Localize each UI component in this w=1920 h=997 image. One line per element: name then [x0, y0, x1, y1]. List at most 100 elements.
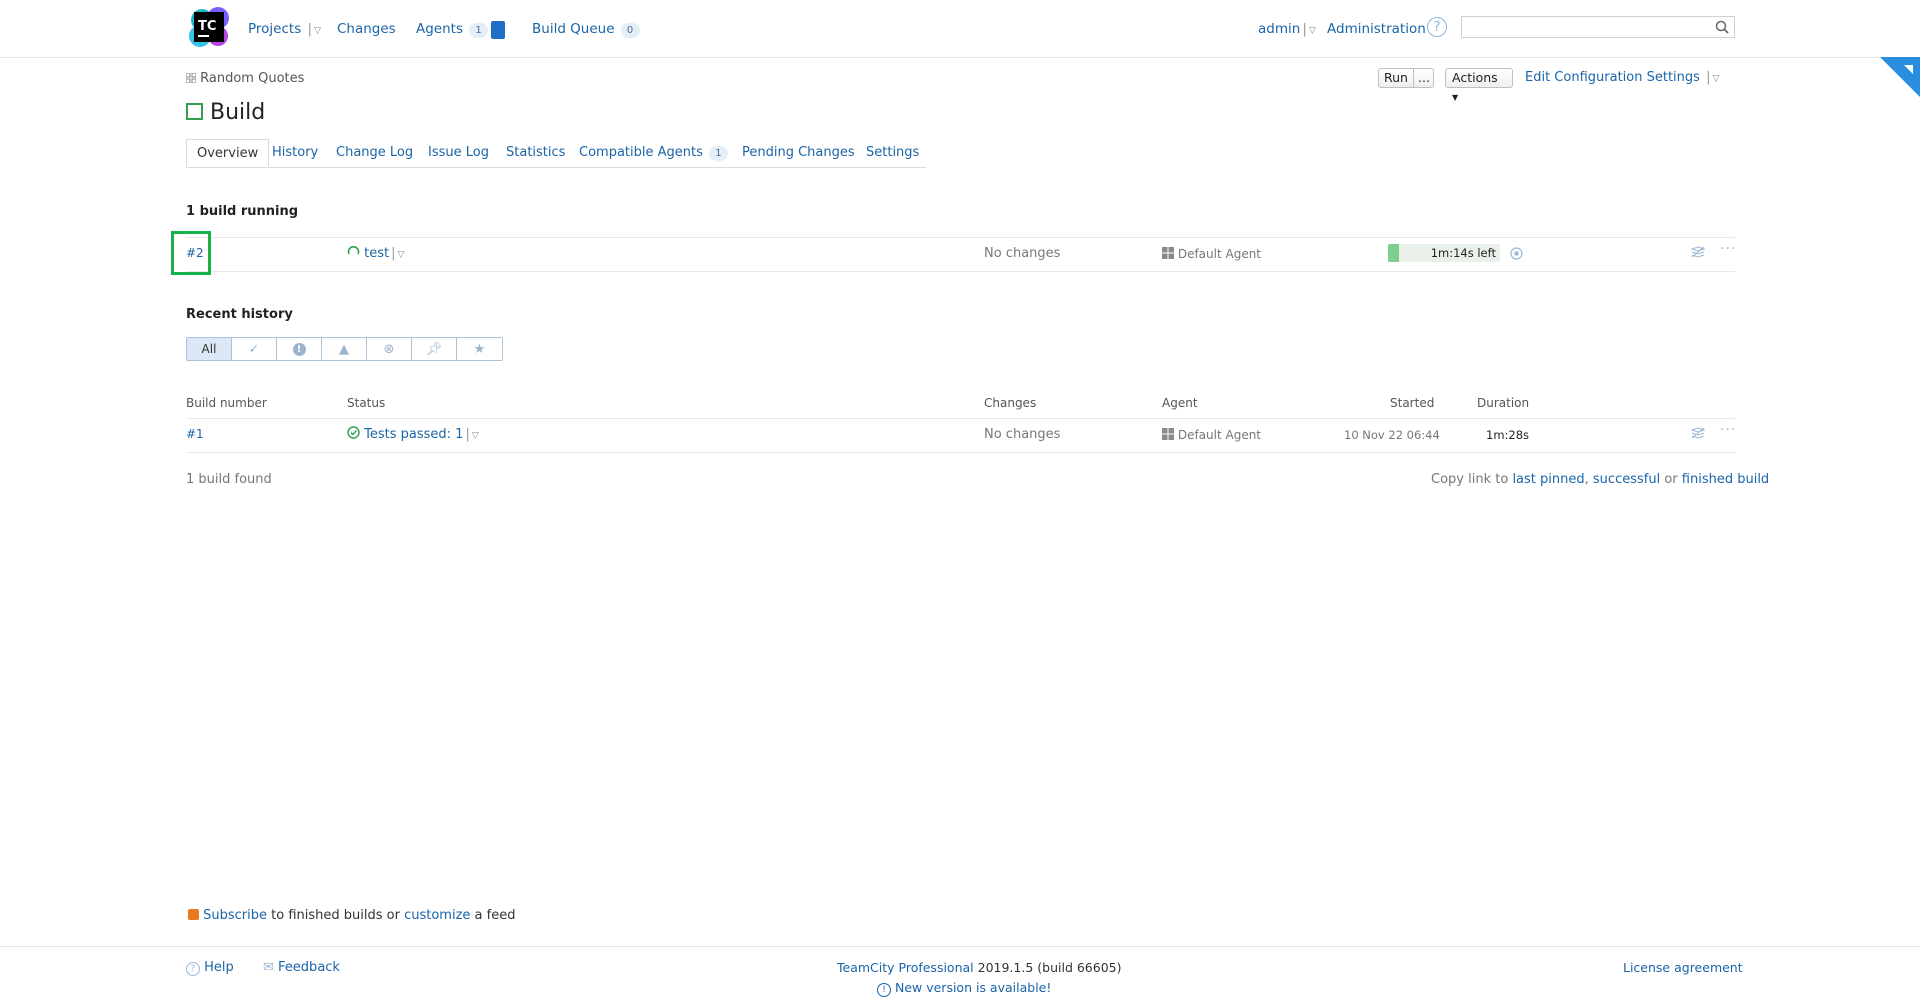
nav-build-queue-label[interactable]: Build Queue — [532, 21, 615, 37]
chevron-down-icon[interactable]: ▽ — [1712, 74, 1719, 84]
subscribe-link[interactable]: Subscribe — [203, 908, 267, 923]
search-icon[interactable] — [1715, 20, 1729, 34]
chevron-down-icon[interactable]: ▽ — [1309, 26, 1316, 36]
star-icon: ★ — [473, 341, 486, 357]
col-started[interactable]: Started — [1390, 396, 1434, 410]
more-options-icon[interactable]: ··· — [1720, 422, 1736, 438]
more-options-icon[interactable]: ··· — [1720, 241, 1736, 257]
history-build-status-text[interactable]: Tests passed: 1 — [364, 427, 463, 442]
product-link[interactable]: TeamCity Professional — [837, 960, 974, 975]
recent-history-title: Recent history — [186, 307, 293, 322]
divider — [186, 418, 1735, 419]
col-duration[interactable]: Duration — [1477, 396, 1529, 410]
running-build-changes: No changes — [984, 246, 1061, 261]
breadcrumb-project[interactable]: Random Quotes — [200, 71, 304, 86]
tab-statistics[interactable]: Statistics — [506, 139, 565, 167]
edit-configuration-label[interactable]: Edit Configuration Settings — [1525, 70, 1700, 85]
filter-cancelled[interactable]: ⊗ — [367, 338, 412, 360]
running-build-status-text[interactable]: test — [364, 246, 389, 261]
col-changes: Changes — [984, 396, 1037, 410]
col-build-number[interactable]: Build number — [186, 396, 267, 410]
builds-found-count: 1 build found — [186, 472, 272, 487]
filter-favorite[interactable]: ★ — [457, 338, 502, 360]
footer-feedback-link[interactable]: ✉ Feedback — [263, 960, 340, 975]
teamcity-logo[interactable]: TC — [188, 6, 230, 48]
feed-suffix-text: a feed — [474, 908, 516, 923]
product-version: 2019.1.5 (build 66605) — [977, 960, 1122, 975]
help-circle-icon: ? — [186, 962, 200, 976]
chevron-down-icon[interactable]: ▽ — [314, 26, 321, 36]
feed-line: Subscribe to finished builds or customiz… — [188, 908, 515, 923]
layers-icon[interactable] — [1691, 427, 1705, 439]
copy-link-or: or — [1664, 472, 1678, 487]
spinner-icon — [347, 246, 360, 255]
layers-icon[interactable] — [1691, 246, 1705, 258]
nav-changes[interactable]: Changes — [337, 21, 396, 37]
new-version-label[interactable]: New version is available! — [895, 980, 1051, 995]
col-status[interactable]: Status — [347, 396, 385, 410]
stop-build-icon[interactable] — [1510, 247, 1523, 260]
user-name[interactable]: admin — [1258, 21, 1300, 37]
nav-projects-label[interactable]: Projects — [248, 21, 301, 37]
successful-link[interactable]: successful — [1593, 472, 1660, 487]
tab-bar: Overview History Change Log Issue Log St… — [186, 139, 926, 168]
chevron-down-icon[interactable]: ▽ — [398, 250, 405, 260]
chevron-down-icon[interactable]: ▽ — [472, 431, 479, 441]
corner-flag-icon[interactable] — [1880, 57, 1920, 97]
divider — [186, 452, 1735, 453]
history-build-status[interactable]: Tests passed: 1 | ▽ — [347, 426, 479, 442]
running-build-agent[interactable]: Default Agent — [1162, 247, 1261, 261]
nav-administration[interactable]: Administration — [1327, 21, 1426, 37]
filter-pinned[interactable]: 📌︎ — [412, 338, 457, 360]
envelope-icon: ✉ — [263, 960, 274, 975]
tab-compatible-agents[interactable]: Compatible Agents 1 — [579, 139, 728, 167]
customize-link[interactable]: customize — [404, 908, 470, 923]
tab-pending-changes[interactable]: Pending Changes — [742, 139, 855, 167]
nav-projects[interactable]: Projects | ▽ — [248, 21, 321, 37]
user-menu[interactable]: admin | ▽ — [1258, 21, 1316, 37]
tab-history[interactable]: History — [272, 139, 318, 167]
finished-build-link[interactable]: finished build — [1682, 472, 1769, 487]
divider — [186, 237, 1735, 238]
filter-warning[interactable]: ▲ — [322, 338, 367, 360]
run-button[interactable]: Run — [1379, 69, 1413, 87]
footer-help-label[interactable]: Help — [204, 960, 234, 975]
filter-all[interactable]: All — [187, 338, 232, 360]
filter-successful[interactable]: ✓ — [232, 338, 277, 360]
tab-compatible-agents-label[interactable]: Compatible Agents — [579, 145, 703, 160]
agent-status-icon[interactable] — [491, 21, 505, 39]
filter-failed[interactable]: ! — [277, 338, 322, 360]
tab-issue-log[interactable]: Issue Log — [428, 139, 489, 167]
separator: | — [465, 427, 470, 442]
edit-configuration-link[interactable]: Edit Configuration Settings | ▽ — [1525, 70, 1719, 85]
search-input[interactable] — [1461, 16, 1735, 38]
build-status-square-icon — [186, 102, 203, 120]
new-version-link[interactable]: ! New version is available! — [877, 980, 1051, 997]
history-build-changes: No changes — [984, 427, 1061, 442]
footer-help-link[interactable]: ? Help — [186, 960, 234, 976]
running-build-status[interactable]: test | ▽ — [347, 245, 404, 261]
last-pinned-link[interactable]: last pinned — [1512, 472, 1584, 487]
actions-button[interactable]: Actions ▼ — [1445, 68, 1513, 102]
copy-link-text: Copy link to last pinned, successful or … — [1431, 472, 1769, 487]
license-agreement-link[interactable]: License agreement — [1623, 960, 1743, 975]
history-build-agent-name[interactable]: Default Agent — [1178, 428, 1261, 442]
build-progress-bar[interactable]: 1m:14s left — [1388, 244, 1500, 262]
running-build-agent-name[interactable]: Default Agent — [1178, 247, 1261, 261]
history-build-number[interactable]: #1 — [186, 427, 204, 441]
run-options-button[interactable]: ... — [1413, 69, 1434, 87]
col-agent[interactable]: Agent — [1162, 396, 1198, 410]
tab-settings[interactable]: Settings — [866, 139, 919, 167]
nav-build-queue[interactable]: Build Queue 0 — [532, 21, 640, 38]
footer-divider — [0, 946, 1920, 947]
tab-overview[interactable]: Overview — [186, 139, 270, 167]
footer-feedback-label[interactable]: Feedback — [278, 960, 340, 975]
focus-highlight-box — [171, 231, 211, 275]
tab-change-log[interactable]: Change Log — [336, 139, 413, 167]
help-icon[interactable]: ? — [1427, 17, 1447, 37]
nav-agents[interactable]: Agents 1 — [416, 21, 488, 38]
compatible-agents-count-badge: 1 — [708, 146, 728, 161]
history-build-agent[interactable]: Default Agent — [1162, 428, 1261, 442]
breadcrumb[interactable]: Random Quotes — [185, 71, 304, 86]
nav-agents-label[interactable]: Agents — [416, 21, 463, 37]
